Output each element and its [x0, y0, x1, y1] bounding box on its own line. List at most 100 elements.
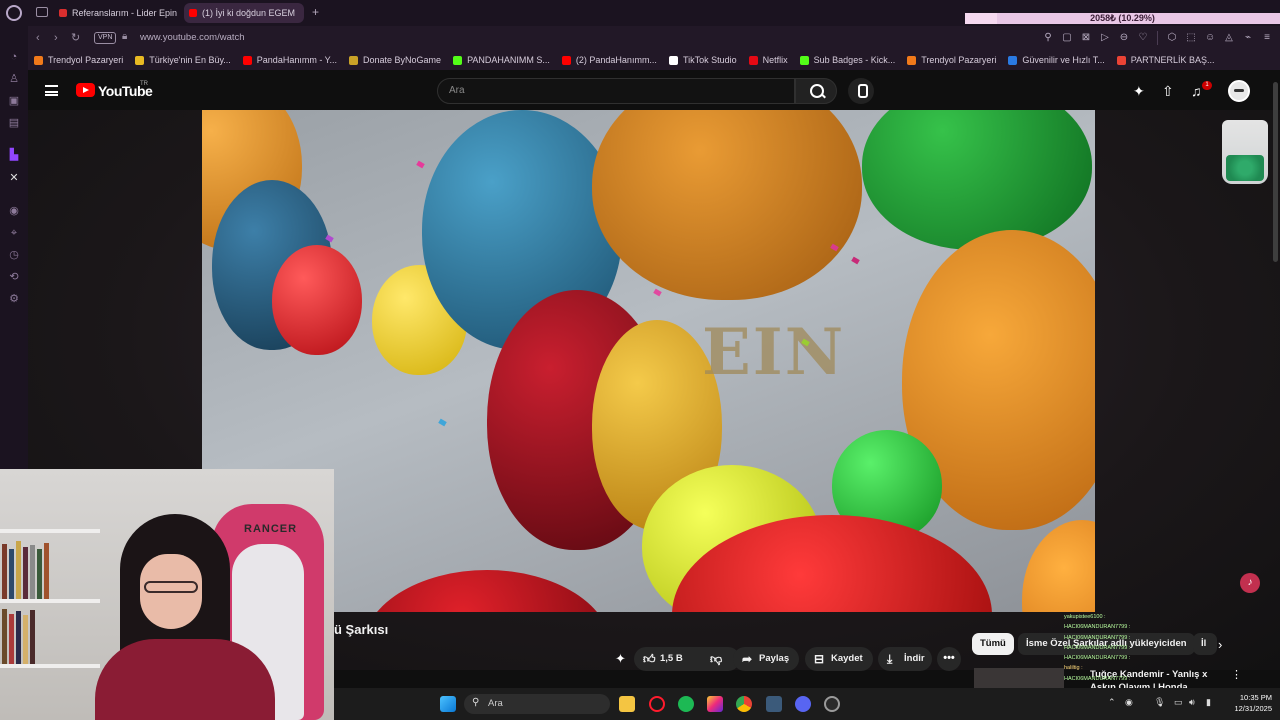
discord-icon[interactable] [795, 696, 811, 712]
opera-logo-icon[interactable] [6, 5, 22, 21]
like-thumb-icon[interactable]: 👍︎ [643, 647, 656, 671]
search-button[interactable] [795, 78, 837, 104]
messenger-icon[interactable]: ▤ [7, 116, 21, 130]
ask-sparkle-icon[interactable]: ✦ [615, 651, 626, 667]
play-icon[interactable]: ▷ [1100, 31, 1110, 45]
url-field[interactable]: www.youtube.com/watch [140, 32, 245, 44]
chevron-right-icon[interactable]: › [1218, 637, 1222, 652]
book [30, 545, 35, 599]
profile-icon[interactable]: ☺ [1205, 31, 1215, 45]
workspaces-icon[interactable]: ▣ [7, 94, 21, 108]
voice-search-icon[interactable] [848, 78, 874, 104]
back-button[interactable]: ‹ [36, 31, 40, 45]
crypto-icon[interactable]: ◬ [1224, 31, 1234, 45]
recommended-menu-icon[interactable]: ⋮ [1231, 668, 1242, 681]
menu-icon[interactable]: ≡ [1262, 31, 1272, 45]
player-icon[interactable]: ◉ [7, 204, 21, 218]
like-count[interactable]: 1,5 B [660, 647, 683, 671]
chat-username[interactable]: HACI06MANDURAN7799 : [1064, 645, 1130, 651]
share-icon[interactable]: ⟲ [7, 270, 21, 284]
bookmark-item[interactable]: Güvenilir ve Hızlı T... [1008, 50, 1105, 70]
opera-taskbar-icon[interactable] [649, 696, 665, 712]
bookmark-label: Netflix [762, 55, 788, 65]
vpn-badge[interactable]: VPN [94, 32, 117, 44]
youtube-logo-icon[interactable] [76, 83, 95, 97]
pinboard-icon[interactable]: ⌖ [7, 226, 21, 240]
easy-setup-icon[interactable]: ⊖ [1119, 31, 1129, 45]
create-sparkle-icon[interactable]: ✦ [1133, 82, 1145, 100]
volume-icon[interactable]: 🔊︎ [1189, 697, 1195, 708]
search-input[interactable]: Ara [437, 78, 795, 104]
extension-icon[interactable]: ⬡ [1167, 31, 1177, 45]
tray-app-icon[interactable]: ◉ [1125, 697, 1133, 708]
bookmark-item[interactable]: Trendyol Pazaryeri [34, 50, 123, 70]
steam-icon[interactable] [766, 696, 782, 712]
chip-related[interactable]: İl [1193, 633, 1217, 655]
bookmark-item[interactable]: Türkiye'nin En Büy... [135, 50, 231, 70]
floating-music-icon[interactable]: ♪ [1240, 573, 1260, 593]
obs-icon[interactable] [824, 696, 840, 712]
block-icon[interactable]: ⊠ [1081, 31, 1091, 45]
monitor-icon[interactable]: ▭ [1174, 697, 1183, 708]
instagram-icon[interactable] [707, 696, 723, 712]
downloads-icon[interactable]: ⬚ [1186, 31, 1196, 45]
account-avatar[interactable] [1228, 80, 1250, 102]
hamburger-menu-icon[interactable] [45, 85, 58, 96]
tab-overview-icon[interactable] [36, 7, 48, 17]
pin-icon[interactable]: ⚲ [1043, 31, 1053, 45]
heart-icon[interactable]: ♡ [1138, 31, 1148, 45]
chat-username[interactable]: HACI06MANDURAN7799 : [1064, 655, 1130, 661]
bookmark-item[interactable]: PandaHanımm - Y... [242, 50, 337, 70]
system-clock[interactable]: 10:35 PM 12/31/2025 [1222, 692, 1272, 714]
taskbar-search[interactable]: ⚲ Ara [464, 694, 610, 714]
dislike-thumb-icon[interactable]: 👎︎ [710, 647, 722, 671]
twitch-icon[interactable]: ▙ [7, 148, 21, 162]
chat-username[interactable]: haliltig : [1064, 665, 1083, 671]
download-button[interactable]: ⤓ İndir [878, 647, 932, 671]
windows-start-icon[interactable] [440, 696, 456, 712]
bookmark-item[interactable]: PANDAHANIMM S... [453, 50, 550, 70]
save-button[interactable]: ⊟ Kaydet [805, 647, 873, 671]
snapshot-icon[interactable]: ▢ [1062, 31, 1072, 45]
bookmark-item[interactable]: Trendyol Pazaryeri [907, 50, 996, 70]
forward-button[interactable]: › [54, 31, 58, 45]
video-player[interactable]: EIN [202, 110, 1095, 612]
microphone-icon[interactable]: 🎙︎ [1154, 697, 1165, 708]
tray-overflow-icon[interactable]: ⌃ [1108, 697, 1116, 708]
x-twitter-icon[interactable]: ✕ [7, 171, 21, 185]
notifications-bell-icon[interactable]: ♫ [1191, 82, 1202, 100]
share-button[interactable]: ➦ Paylaş [733, 647, 799, 671]
history-icon[interactable]: ◔ [7, 50, 21, 64]
battery-icon[interactable]: ▮ [1206, 697, 1211, 708]
tab-youtube-video[interactable]: (1) İyi ki doğdun EGEM [184, 3, 304, 23]
chat-message: HACI06MANDURAN7799 : [1064, 622, 1164, 632]
settings-gear-icon[interactable]: ⚙ [7, 292, 21, 306]
bookmark-item[interactable]: PARTNERLİK BAŞ... [1116, 50, 1214, 70]
upload-icon[interactable]: ⇧ [1162, 82, 1174, 100]
bookmark-item[interactable]: (2) PandaHanımm... [561, 50, 657, 70]
tab-referanslarim[interactable]: Referanslarım - Lider Epin [54, 3, 182, 23]
clock-icon[interactable]: ◷ [7, 248, 21, 262]
chat-username[interactable]: HACI06MANDURAN7799 : [1064, 635, 1130, 641]
file-explorer-icon[interactable] [619, 696, 635, 712]
extensions-icon[interactable]: ♙ [7, 72, 21, 86]
chip-all[interactable]: Tümü [972, 633, 1014, 655]
bookmark-item[interactable]: Netflix [748, 50, 788, 70]
chat-username[interactable]: HACI06MANDURAN7799 : [1064, 624, 1130, 630]
recommended-thumbnail[interactable] [974, 668, 1064, 690]
bookmark-item[interactable]: Donate ByNoGame [349, 50, 441, 70]
spotify-icon[interactable] [678, 696, 694, 712]
download-arrow-icon: ⤓ [887, 652, 893, 666]
page-scrollbar[interactable] [1273, 82, 1278, 262]
bookmark-favicon-icon [748, 55, 758, 65]
bookmark-item[interactable]: TikTok Studio [668, 50, 737, 70]
reload-button[interactable]: ↻ [71, 31, 80, 45]
chat-username[interactable]: yakupistee6100 : [1064, 614, 1106, 620]
more-actions-button[interactable]: ••• [937, 647, 961, 671]
bookmark-item[interactable]: Sub Badges - Kick... [799, 50, 895, 70]
chrome-icon[interactable] [736, 696, 752, 712]
new-tab-button[interactable]: + [312, 5, 319, 19]
lock-icon[interactable]: 🔒︎ [122, 31, 127, 42]
chat-username[interactable]: HACI06MANDURAN7799 : [1064, 676, 1130, 682]
ai-icon[interactable]: ⌁ [1243, 31, 1253, 45]
